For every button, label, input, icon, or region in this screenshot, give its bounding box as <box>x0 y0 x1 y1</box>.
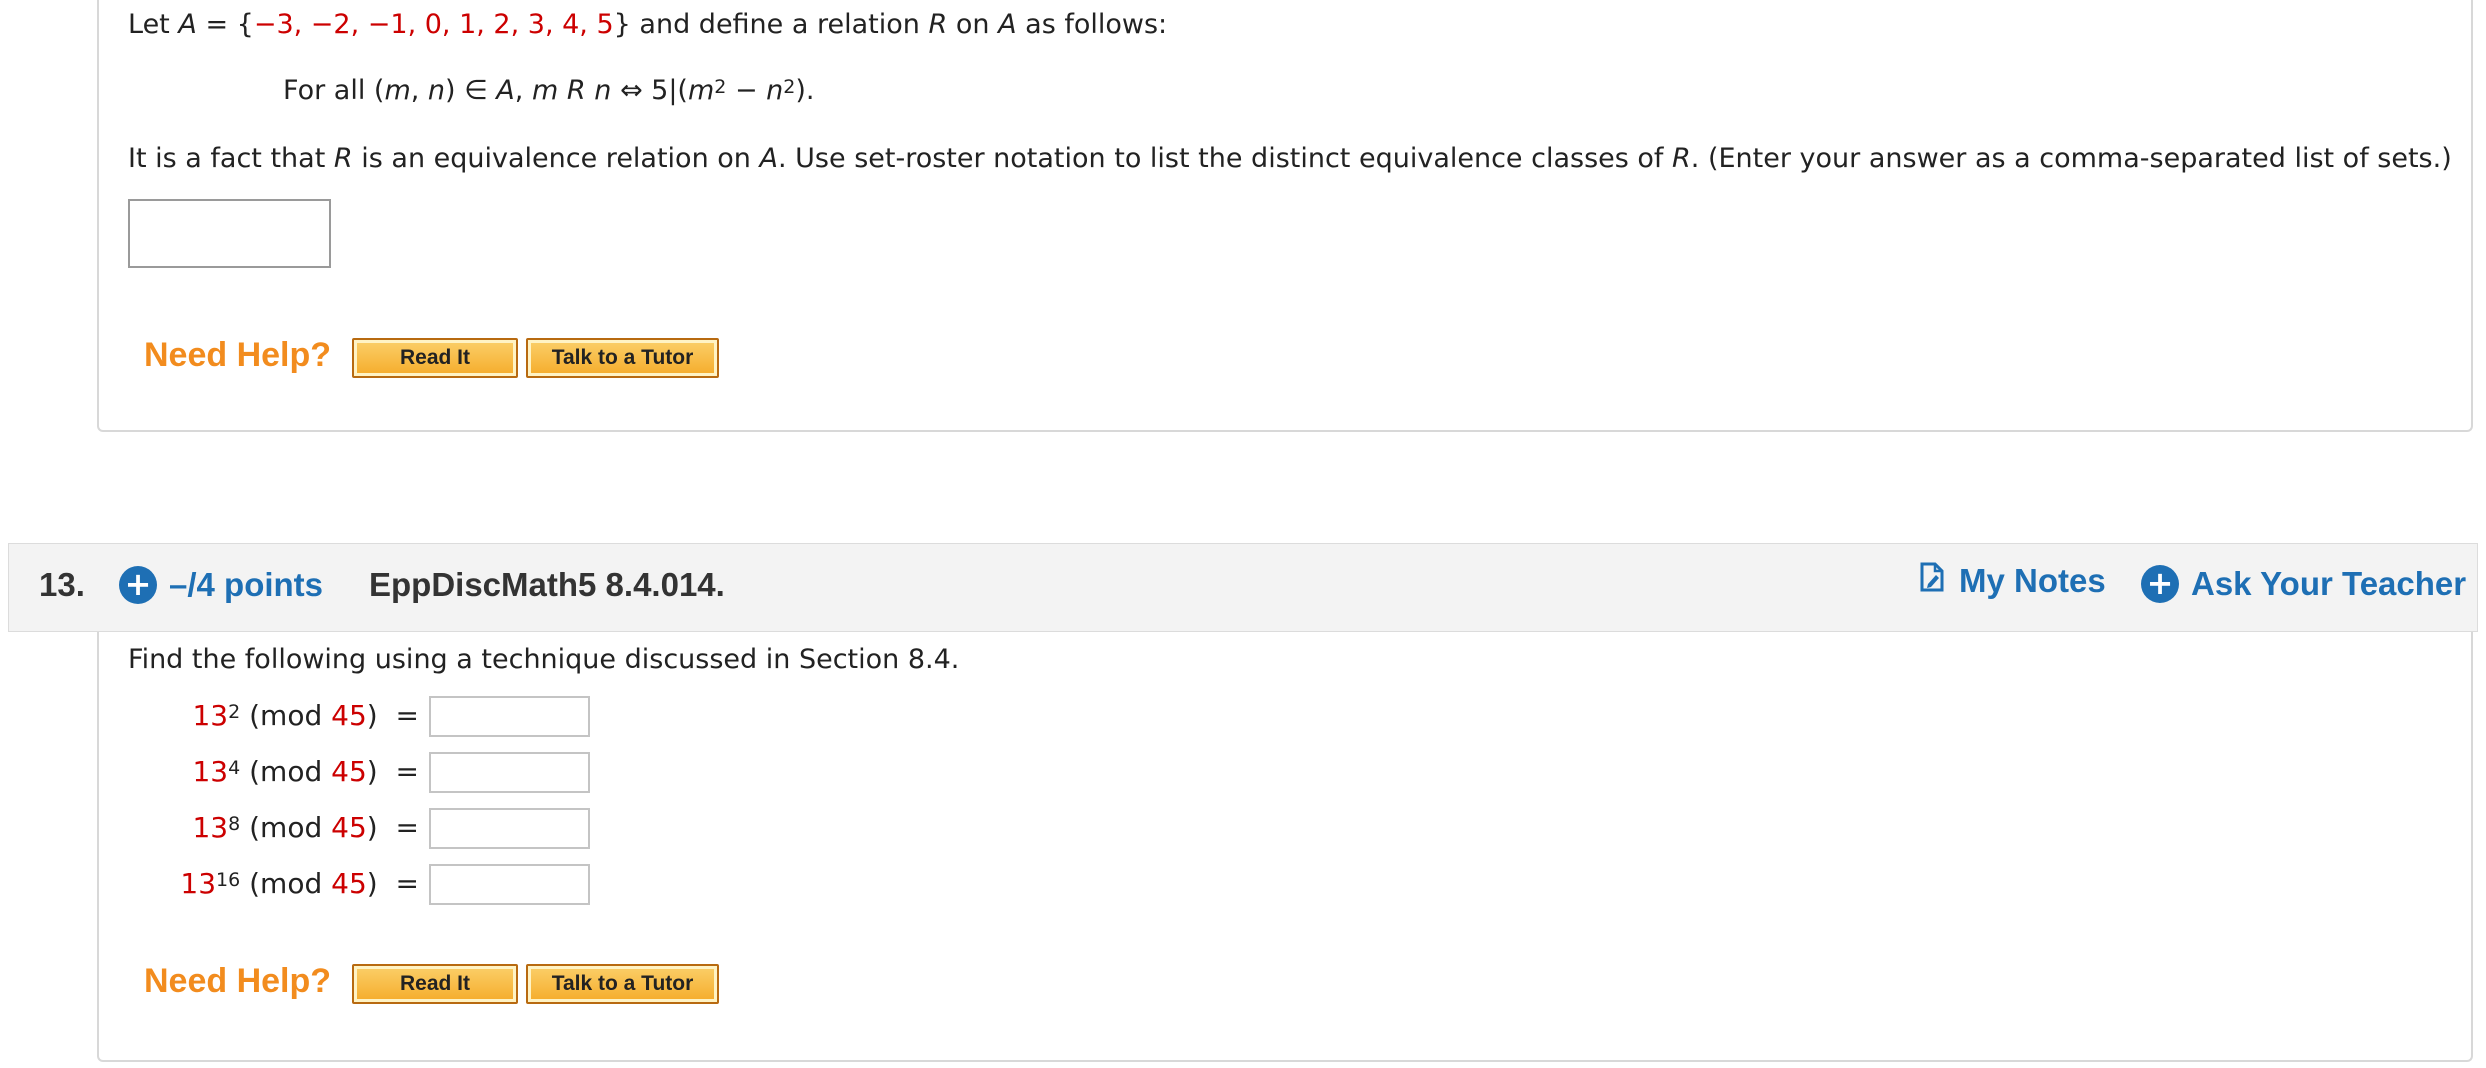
text: , <box>514 75 524 106</box>
mod-row: 132 (mod 45) = <box>99 696 419 736</box>
var-R: R <box>333 143 353 174</box>
var-R: R <box>566 75 586 106</box>
modulus: 45 <box>331 755 367 788</box>
question-number: 13. <box>39 566 85 603</box>
modulus: 45 <box>331 699 367 732</box>
set-values: −3, −2, −1, 0, 1, 2, 3, 4, 5 <box>253 9 614 40</box>
base: 13 <box>192 699 229 732</box>
notes-icon <box>1919 562 1945 600</box>
text: Let <box>128 9 170 40</box>
text: . Use set-roster notation to list the di… <box>778 143 1664 174</box>
question-id: EppDiscMath5 8.4.014. <box>369 566 725 603</box>
mod-expression: 1316 (mod 45) = <box>180 864 419 904</box>
question-prompt-line: It is a fact that R is an equivalence re… <box>128 141 2452 177</box>
my-notes-link[interactable]: My Notes <box>1919 562 2106 600</box>
points-label: –/4 points <box>169 566 324 603</box>
read-it-button[interactable]: Read It <box>352 964 518 1004</box>
mod-answer-input[interactable] <box>429 864 590 905</box>
text: } <box>613 9 631 40</box>
talk-to-tutor-button[interactable]: Talk to a Tutor <box>526 338 719 378</box>
text: { <box>236 9 254 40</box>
text: = <box>395 699 419 732</box>
var-A: A <box>178 9 197 40</box>
text: is an equivalence relation on <box>361 143 751 174</box>
question-13-header: 13. + –/4 points EppDiscMath5 8.4.014. M… <box>8 543 2478 632</box>
text: − <box>726 75 767 106</box>
text: It is a fact that <box>128 143 326 174</box>
my-notes-label: My Notes <box>1959 562 2106 599</box>
plus-icon: + <box>2141 565 2179 603</box>
var-m: m <box>531 75 559 106</box>
var-R: R <box>928 9 948 40</box>
base: 13 <box>192 811 229 844</box>
text: ) <box>366 867 378 900</box>
mod-answer-input[interactable] <box>429 808 590 849</box>
text: (mod <box>249 699 323 732</box>
var-A: A <box>496 75 515 106</box>
modulus: 45 <box>331 867 367 900</box>
text: , <box>410 75 428 106</box>
mod-answer-input[interactable] <box>429 752 590 793</box>
mod-row: 134 (mod 45) = <box>99 752 419 792</box>
text: ) ∈ <box>445 75 488 106</box>
base: 13 <box>180 867 217 900</box>
var-n: n <box>594 75 612 106</box>
var-m: m <box>384 75 411 106</box>
read-it-button[interactable]: Read It <box>352 338 518 378</box>
exponent: 2 <box>714 76 727 98</box>
var-n: n <box>427 75 446 106</box>
text: and define a relation <box>639 9 920 40</box>
expand-plus-icon[interactable]: + <box>119 566 157 604</box>
exponent: 8 <box>228 813 241 835</box>
text: as follows: <box>1025 9 1168 40</box>
base: 13 <box>192 755 229 788</box>
modulus: 45 <box>331 811 367 844</box>
mod-expression: 138 (mod 45) = <box>192 808 419 848</box>
text: (mod <box>249 867 323 900</box>
ask-teacher-label: Ask Your Teacher <box>2191 565 2467 602</box>
need-help-label: Need Help? <box>144 336 332 374</box>
text: on <box>955 9 990 40</box>
var-n: n <box>766 75 784 106</box>
talk-to-tutor-button[interactable]: Talk to a Tutor <box>526 964 719 1004</box>
text: = <box>395 811 419 844</box>
text: ) <box>366 755 378 788</box>
text: = <box>205 9 229 40</box>
var-A: A <box>998 9 1017 40</box>
var-m: m <box>687 75 715 106</box>
exponent: 2 <box>783 76 796 98</box>
exponent: 16 <box>216 869 241 891</box>
mod-expression: 134 (mod 45) = <box>192 752 419 792</box>
question-13-panel: Find the following using a technique dis… <box>97 632 2473 1062</box>
need-help-label: Need Help? <box>144 962 332 1000</box>
text: ⇔ 5|( <box>619 75 688 106</box>
text: ) <box>366 811 378 844</box>
text: (mod <box>249 811 323 844</box>
var-A: A <box>759 143 778 174</box>
var-R: R <box>1672 143 1691 174</box>
text: ) <box>366 699 378 732</box>
relation-definition-line: Let A = {−3, −2, −1, 0, 1, 2, 3, 4, 5} a… <box>128 7 1167 43</box>
exponent: 4 <box>228 757 241 779</box>
relation-rule-line: For all (m, n) ∈ A, m R n ⇔ 5|(m2 − n2). <box>283 73 815 109</box>
mod-expression: 132 (mod 45) = <box>192 696 419 736</box>
equivalence-classes-answer-input[interactable] <box>128 199 331 268</box>
text: . (Enter your answer as a comma-separate… <box>1690 143 2452 174</box>
ask-your-teacher-link[interactable]: + Ask Your Teacher <box>2141 562 2466 606</box>
mod-row: 1316 (mod 45) = <box>99 864 419 904</box>
mod-row: 138 (mod 45) = <box>99 808 419 848</box>
text: For all ( <box>283 75 385 106</box>
text: (mod <box>249 755 323 788</box>
question-12-panel: Let A = {−3, −2, −1, 0, 1, 2, 3, 4, 5} a… <box>97 0 2473 432</box>
mod-answer-input[interactable] <box>429 696 590 737</box>
exponent: 2 <box>228 701 241 723</box>
text: = <box>395 755 419 788</box>
text: ). <box>795 75 815 106</box>
instruction-text: Find the following using a technique dis… <box>128 644 960 675</box>
text: = <box>395 867 419 900</box>
